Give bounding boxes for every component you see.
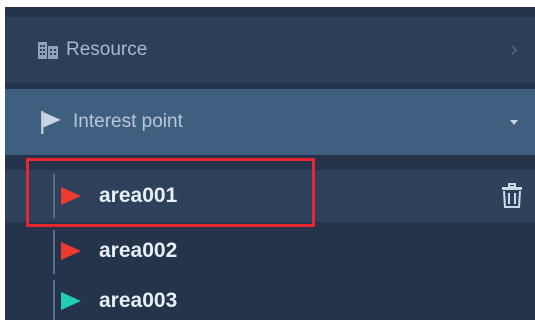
red-flag-icon	[61, 242, 81, 260]
chevron-down-icon[interactable]	[507, 115, 521, 129]
tree-guide-line	[53, 230, 55, 274]
category-resource[interactable]: Resource	[5, 17, 535, 83]
teal-flag-icon	[61, 292, 81, 310]
list-item-area002[interactable]: area002	[5, 226, 535, 276]
item-label-area003: area003	[99, 289, 178, 312]
item-label-area002: area002	[99, 239, 178, 262]
trash-icon[interactable]	[501, 183, 523, 209]
category-interest-point[interactable]: Interest point	[5, 89, 535, 155]
category-label-interest-point: Interest point	[73, 111, 183, 132]
selection-highlight-box	[26, 158, 315, 227]
flag-icon	[41, 111, 61, 134]
category-label-resource: Resource	[66, 39, 148, 60]
chevron-right-icon[interactable]	[507, 43, 521, 57]
list-item-area003[interactable]: area003	[5, 278, 535, 324]
tree-guide-line	[53, 280, 55, 320]
building-icon	[38, 42, 58, 59]
